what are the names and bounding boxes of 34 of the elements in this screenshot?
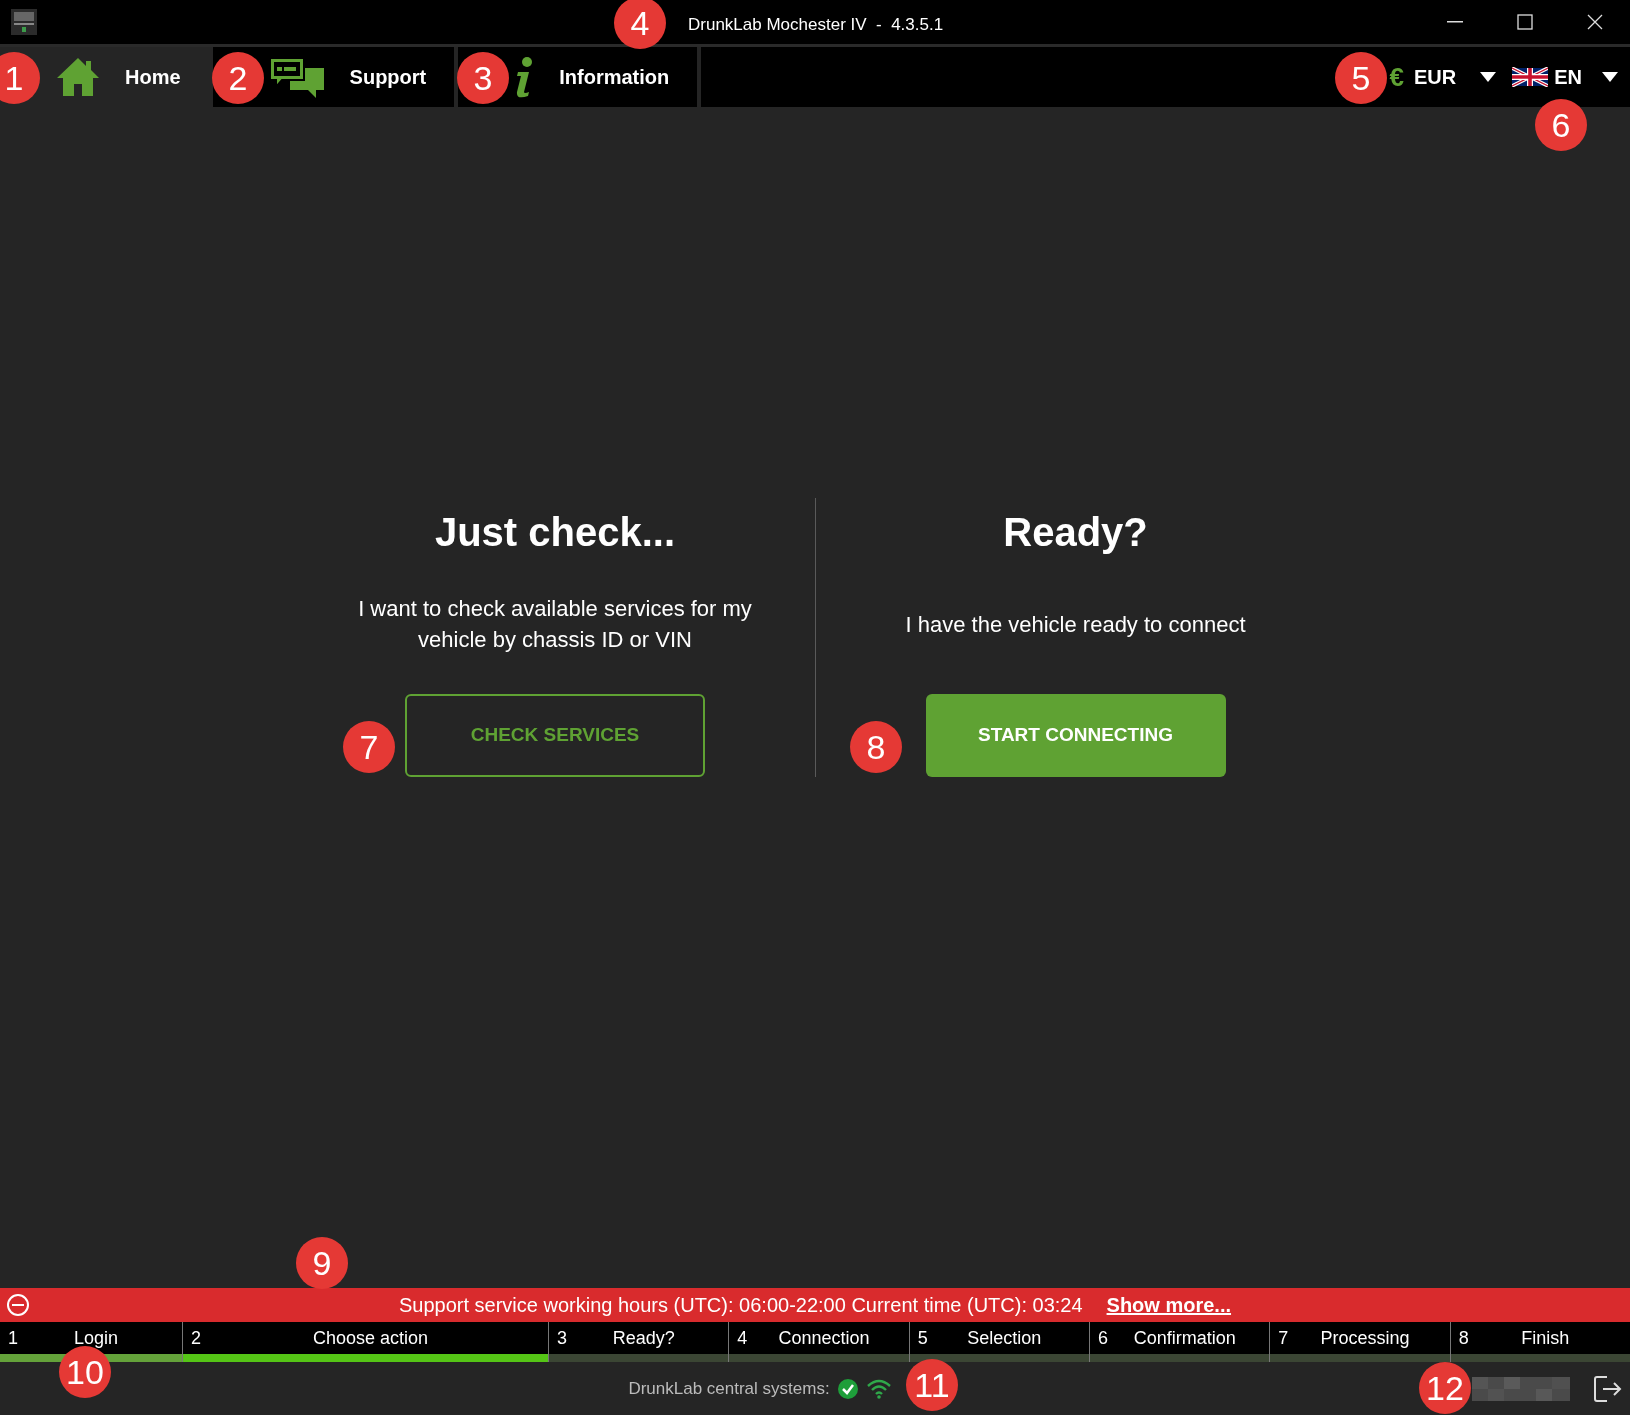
step-number: 2 [191,1326,201,1350]
step-number: 1 [8,1326,18,1350]
currency-dropdown[interactable]: € EUR [1389,57,1497,97]
callout-marker: 6 [1535,99,1587,151]
step-number: 3 [557,1326,567,1350]
callout-marker: 7 [343,721,395,773]
callout-marker: 12 [1419,1362,1471,1414]
step-label: Selection [966,1326,1043,1350]
status-label: DrunkLab central systems: [628,1377,830,1400]
window-title: DrunkLab Mochester IV - 4.3.5.1 [688,14,944,36]
show-more-link[interactable]: Show more... [1106,1290,1232,1320]
step-label: Choose action [311,1326,430,1350]
nav-tab[interactable]: Home [42,47,209,107]
notice-text: Support service working hours (UTC): 06:00-22:00 Current time (UTC): 03:24 [398,1293,1083,1318]
step-number: 4 [737,1326,748,1350]
step-number: 8 [1458,1326,1469,1350]
step-label: Processing [1319,1326,1411,1350]
option-button[interactable]: CHECK SERVICES [405,694,705,777]
step-number: 5 [917,1326,928,1350]
option-description: I want to check available services for my vehicle by chassis ID or VIN [357,595,753,654]
step-label: Connection [777,1326,871,1350]
step-number: 6 [1098,1326,1108,1350]
callout-marker: 11 [906,1359,958,1411]
step-label: Confirmation [1132,1326,1237,1350]
option-title: Ready? [1003,509,1148,556]
option-description: I have the vehicle ready to connect [904,610,1247,639]
step-label: Ready? [611,1326,676,1350]
language-dropdown[interactable]: EN [1512,62,1618,92]
callout-marker: 9 [296,1237,348,1289]
step-label: Finish [1520,1326,1571,1350]
option-title: Just check... [434,509,676,556]
callout-marker: 8 [850,721,902,773]
step-number: 7 [1278,1326,1289,1350]
euro-symbol: € [1389,60,1404,94]
